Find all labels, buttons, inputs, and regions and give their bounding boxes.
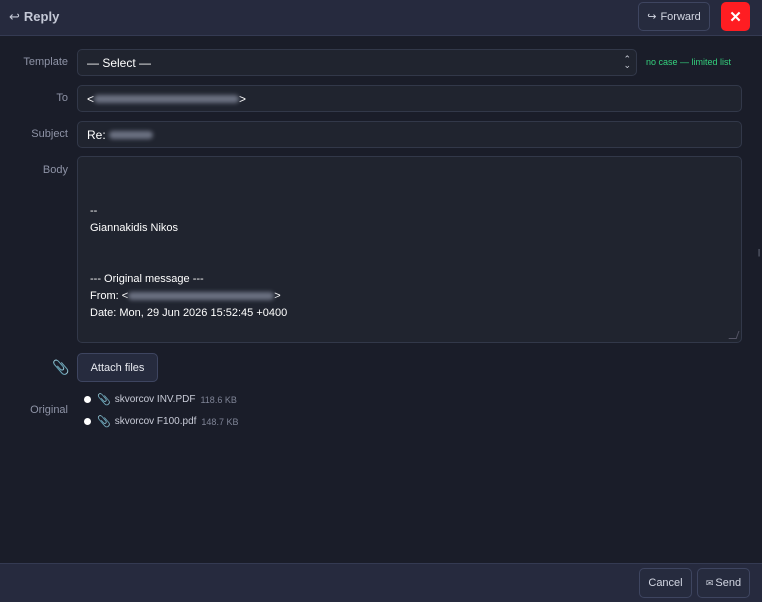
body-textarea[interactable]: -- Giannakidis Nikos --- Original messag… [77,156,742,343]
body-label: Body [42,164,68,176]
attachment-item[interactable]: 📎 skvorcov INV.PDF 118.6 KB [84,393,237,406]
signature-name: Giannakidis Nikos [90,222,179,234]
signature-separator: -- [90,205,98,217]
to-label: To [56,92,68,104]
template-select[interactable]: — Select — ⌃ ⌄ [77,49,637,76]
attach-files-button[interactable]: Attach files [77,353,158,382]
template-hint: no case — limited list [646,57,732,67]
subject-label: Subject [31,128,68,140]
original-date-line: Date: Mon, 29 Jun 2026 15:52:45 +0400 [90,307,288,319]
attachment-size: 148.7 KB [201,416,239,427]
paperclip-icon: 📎 [97,416,111,428]
chevron-updown-icon: ⌃ ⌄ [623,54,631,70]
envelope-icon: ✉ [705,577,714,588]
to-email-redacted [94,94,240,103]
attachment-item[interactable]: 📎 skvorcov F100.pdf 148.7 KB [84,415,238,428]
dialog-header: ↩ Reply ↪ Forward ✕ [0,0,762,36]
attachment-checkbox[interactable] [84,418,91,425]
forward-button[interactable]: ↪ Forward [638,2,710,31]
paperclip-icon: 📎 [52,359,70,375]
close-button[interactable]: ✕ [721,2,750,31]
subject-field[interactable]: Re: [77,121,742,148]
subject-prefix: Re: [87,127,106,142]
send-label: Send [715,577,742,589]
original-from-prefix: From: < [90,290,129,302]
send-button[interactable]: ✉ Send [697,568,750,598]
attachment-name: skvorcov F100.pdf [114,416,197,427]
forward-label: Forward [660,10,701,23]
to-suffix: > [239,91,247,106]
forward-icon: ↪ [647,11,657,23]
close-icon: ✕ [729,8,742,26]
attachment-name: skvorcov INV.PDF [114,394,196,405]
subject-redacted [108,130,153,139]
edge-marker: | [758,248,761,257]
original-from-line: From: < > [90,288,287,305]
original-from-redacted [128,292,275,301]
original-label: Original [30,404,68,416]
attachment-checkbox[interactable] [84,396,91,403]
dialog-title: ↩ Reply [9,9,59,25]
template-label: Template [23,56,68,68]
template-select-value: — Select — [87,55,152,70]
resize-handle[interactable] [728,331,740,339]
original-message-header: --- Original message --- [90,273,204,285]
body-content: -- Giannakidis Nikos --- Original messag… [90,203,287,322]
paperclip-icon: 📎 [97,394,111,406]
cancel-button[interactable]: Cancel [639,568,692,598]
attachment-size: 118.6 KB [200,394,237,405]
to-prefix: < [87,91,95,106]
to-field[interactable]: < > [77,85,742,112]
dialog-title-text: Reply [23,9,60,24]
reply-icon: ↩ [9,9,20,24]
original-from-suffix: > [274,290,281,302]
